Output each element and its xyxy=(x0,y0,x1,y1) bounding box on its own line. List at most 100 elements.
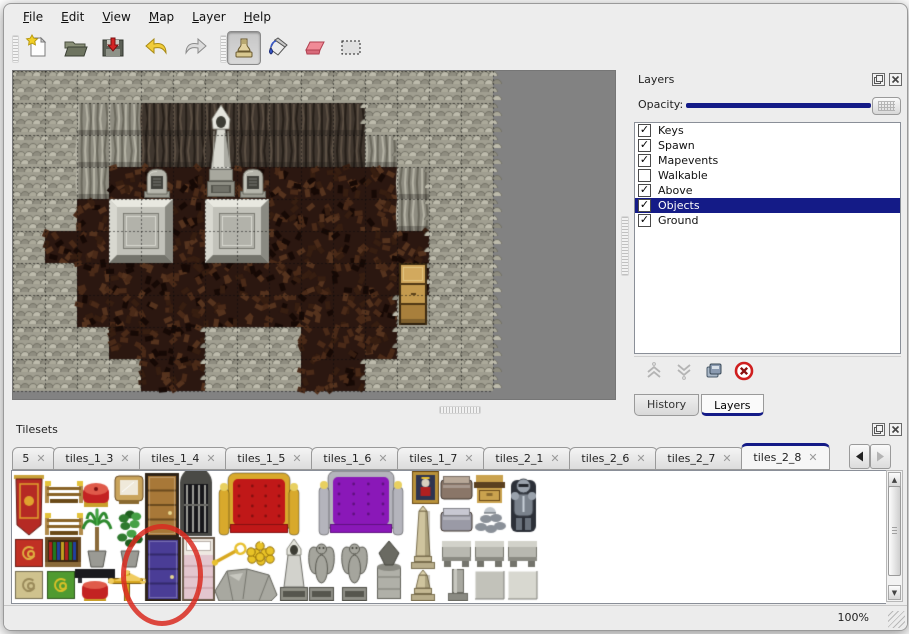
horizontal-splitter-handle[interactable] xyxy=(439,406,481,414)
layer-row-mapevents[interactable]: ✓Mapevents xyxy=(635,153,900,168)
close-tab-icon[interactable]: ✕ xyxy=(722,452,731,465)
move-layer-down-button[interactable] xyxy=(674,361,694,381)
tileset-tab-tiles_1_4[interactable]: tiles_1_4 ✕ xyxy=(139,447,228,470)
menu-item-file[interactable]: File xyxy=(14,7,52,27)
menu-item-edit[interactable]: Edit xyxy=(52,7,93,27)
menubar: FileEditViewMapLayerHelp xyxy=(4,4,907,29)
tilesets-panel: Tilesets 5✕tiles_1_3✕tiles_1_4✕tiles_1_5… xyxy=(10,420,907,606)
close-tab-icon[interactable]: ✕ xyxy=(550,452,559,465)
toolbar-drag-handle[interactable] xyxy=(12,35,19,63)
rect-select-tool-button[interactable] xyxy=(335,31,367,63)
tileset-tab-tiles_2_8[interactable]: tiles_2_8✕ xyxy=(741,443,830,470)
tileset-tab-label: tiles_1_7 xyxy=(409,452,457,465)
close-tab-icon[interactable]: ✕ xyxy=(378,452,387,465)
resize-grip[interactable] xyxy=(888,611,905,628)
layers-panel-title: Layers xyxy=(638,73,674,86)
layer-visibility-checkbox[interactable]: ✓ xyxy=(638,214,651,227)
save-button[interactable] xyxy=(97,31,129,63)
float-panel-button[interactable] xyxy=(872,423,885,436)
tileset-tab-label: tiles_2_7 xyxy=(667,452,715,465)
layer-visibility-checkbox[interactable]: ✓ xyxy=(638,139,651,152)
scroll-tabs-left-button[interactable] xyxy=(849,444,870,469)
tileset-canvas[interactable] xyxy=(12,471,884,601)
scrollbar-down-button[interactable]: ▼ xyxy=(888,585,901,600)
open-button[interactable] xyxy=(59,31,91,63)
statusbar: 100% xyxy=(4,605,907,630)
layer-visibility-checkbox[interactable]: ✓ xyxy=(638,124,651,137)
dock-tab-history[interactable]: History xyxy=(634,394,699,416)
opacity-slider-track[interactable] xyxy=(686,103,871,108)
toolbar-drag-handle[interactable] xyxy=(220,35,227,63)
eraser-tool-button[interactable] xyxy=(299,31,331,63)
layer-row-spawn[interactable]: ✓Spawn xyxy=(635,138,900,153)
layer-visibility-checkbox[interactable] xyxy=(638,169,651,182)
menu-item-layer[interactable]: Layer xyxy=(183,7,234,27)
arrow-right-icon xyxy=(876,451,885,462)
zoom-level: 100% xyxy=(838,611,869,624)
close-tab-icon[interactable]: ✕ xyxy=(636,452,645,465)
layer-visibility-checkbox[interactable]: ✓ xyxy=(638,154,651,167)
tileset-tab-tiles_1_6[interactable]: tiles_1_6✕ xyxy=(311,447,400,470)
stamp-tool-button[interactable] xyxy=(227,31,261,65)
opacity-slider-handle[interactable] xyxy=(872,97,901,115)
redo-button[interactable] xyxy=(179,31,211,63)
close-panel-button[interactable] xyxy=(889,423,902,436)
layer-name-label: Keys xyxy=(658,124,684,137)
tileset-tab-label: 5 xyxy=(22,452,29,465)
menu-item-help[interactable]: Help xyxy=(235,7,280,27)
rect-select-icon xyxy=(338,34,364,60)
layer-row-ground[interactable]: ✓ Ground xyxy=(635,213,900,228)
layer-row-walkable[interactable]: Walkable xyxy=(635,168,900,183)
close-panel-button[interactable] xyxy=(889,73,902,86)
open-folder-icon xyxy=(62,34,88,60)
layer-row-keys[interactable]: ✓ Keys xyxy=(635,123,900,138)
tileset-tab-tiles_2_1[interactable]: tiles_2_1✕ xyxy=(483,447,572,470)
dock-tab-layers[interactable]: Layers xyxy=(701,394,763,416)
close-tab-icon[interactable]: ✕ xyxy=(206,452,215,465)
tileset-tab-label: tiles_1_5 xyxy=(237,452,285,465)
vertical-splitter-handle[interactable] xyxy=(621,216,629,276)
tileset-content-area xyxy=(11,470,886,604)
menu-item-view[interactable]: View xyxy=(93,7,139,27)
layer-visibility-checkbox[interactable]: ✓ xyxy=(638,199,651,212)
close-tab-icon[interactable]: ✕ xyxy=(120,452,129,465)
tilesets-panel-title: Tilesets xyxy=(16,423,58,436)
close-tab-icon[interactable]: ✕ xyxy=(808,451,817,464)
close-tab-icon[interactable]: ✕ xyxy=(464,452,473,465)
move-layer-up-button[interactable] xyxy=(644,361,664,381)
tileset-tab-label: tiles_1_4 xyxy=(151,452,199,465)
layer-visibility-checkbox[interactable]: ✓ xyxy=(638,184,651,197)
scrollbar-up-button[interactable]: ▲ xyxy=(888,472,901,487)
layer-row-above[interactable]: ✓Above xyxy=(635,183,900,198)
tileset-tab-tiles_2_6[interactable]: tiles_2_6 ✕ xyxy=(569,447,658,470)
tileset-tab-tiles_1_3[interactable]: tiles_1_3 ✕ xyxy=(53,447,142,470)
opacity-label: Opacity: xyxy=(638,98,683,111)
map-editor-panel xyxy=(12,70,616,400)
tileset-scrollbar[interactable]: ▲ ▼ xyxy=(886,470,903,602)
layer-name-label: Ground xyxy=(658,214,698,227)
duplicate-layer-button[interactable] xyxy=(704,361,724,381)
tileset-tab-tiles_1_5[interactable]: tiles_1_5 ✕ xyxy=(225,447,314,470)
close-tab-icon[interactable]: ✕ xyxy=(292,452,301,465)
scroll-tabs-right-button[interactable] xyxy=(870,444,891,469)
float-icon xyxy=(873,424,884,435)
map-canvas[interactable] xyxy=(13,71,615,399)
delete-layer-button[interactable] xyxy=(734,361,754,381)
close-icon xyxy=(890,424,901,435)
close-tab-icon[interactable]: ✕ xyxy=(36,452,45,465)
layer-row-objects[interactable]: ✓Objects xyxy=(635,198,900,213)
layers-panel-titlebar: Layers xyxy=(632,70,907,90)
dock-tab-bar: HistoryLayers xyxy=(634,394,766,416)
save-icon xyxy=(100,34,126,60)
tileset-tab-tiles_1_7[interactable]: tiles_1_7 ✕ xyxy=(397,447,486,470)
tileset-tab-label: tiles_2_6 xyxy=(581,452,629,465)
new-file-button[interactable] xyxy=(21,31,53,63)
menu-item-map[interactable]: Map xyxy=(140,7,183,27)
float-panel-button[interactable] xyxy=(872,73,885,86)
tileset-tab-5[interactable]: 5✕ xyxy=(12,447,56,470)
scrollbar-thumb[interactable] xyxy=(888,486,901,576)
fill-tool-button[interactable] xyxy=(263,31,295,63)
tileset-tab-tiles_2_7[interactable]: tiles_2_7 ✕ xyxy=(655,447,744,470)
tileset-tab-label: tiles_1_3 xyxy=(65,452,113,465)
undo-button[interactable] xyxy=(141,31,173,63)
